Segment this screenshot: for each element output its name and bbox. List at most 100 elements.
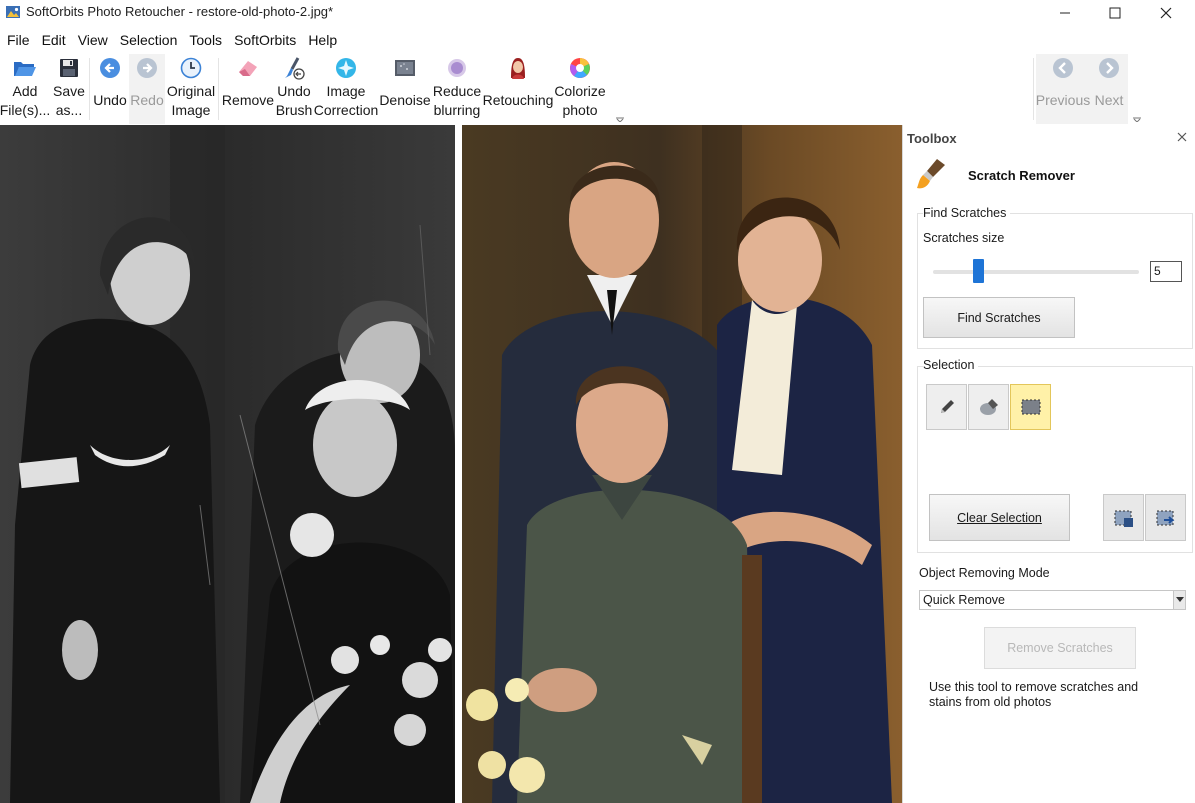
rectangle-select-button[interactable] (1010, 384, 1051, 430)
chevron-down-icon[interactable] (1173, 591, 1185, 609)
menu-softorbits[interactable]: SoftOrbits (227, 29, 301, 51)
menu-file[interactable]: File (0, 29, 35, 51)
find-scratches-group-title: Find Scratches (923, 206, 1011, 220)
blur-icon (445, 56, 469, 80)
save-selection-button[interactable] (1103, 494, 1144, 541)
maximize-button[interactable] (1092, 0, 1138, 26)
denoise-button[interactable]: Denoise (378, 54, 432, 124)
original-photo[interactable] (0, 125, 455, 803)
app-icon (6, 6, 20, 18)
scratches-size-input[interactable]: 5 (1150, 261, 1182, 282)
original-image-label-2: Image (171, 102, 211, 118)
rectangle-select-icon (1021, 399, 1040, 415)
denoise-label: Denoise (379, 92, 431, 108)
title-bar: SoftOrbits Photo Retoucher - restore-old… (0, 0, 1195, 26)
next-arrow-icon (1097, 56, 1121, 80)
close-button[interactable] (1143, 0, 1189, 26)
undo-brush-label-1: Undo (277, 83, 311, 99)
menu-view[interactable]: View (71, 29, 113, 51)
toolbox-panel: Toolbox Scratch Remover Find Scratches S… (902, 125, 1195, 803)
image-correction-label-1: Image (326, 83, 366, 99)
sparkle-icon (334, 56, 358, 80)
folder-open-icon (13, 56, 37, 80)
magic-select-button[interactable] (968, 384, 1009, 430)
denoise-icon (393, 56, 417, 80)
previous-button[interactable]: Previous (1036, 54, 1090, 124)
original-image-label-1: Original (166, 83, 216, 99)
undo-brush-icon (282, 56, 306, 80)
previous-arrow-icon (1051, 56, 1075, 80)
clock-history-icon (179, 56, 203, 80)
menu-tools[interactable]: Tools (182, 29, 227, 51)
portrait-icon (506, 56, 530, 80)
remove-label: Remove (221, 92, 275, 108)
eraser-icon (236, 56, 260, 80)
scratches-size-slider[interactable] (933, 270, 1139, 274)
removing-mode-select[interactable]: Quick Remove (919, 590, 1186, 610)
undo-button[interactable]: Undo (92, 54, 128, 124)
pencil-select-button[interactable] (926, 384, 967, 430)
color-wheel-icon (568, 56, 592, 80)
retouching-button[interactable]: Retouching (482, 54, 554, 124)
toolbox-title: Toolbox (907, 131, 957, 146)
original-image-button[interactable]: Original Image (166, 54, 216, 124)
next-button[interactable]: Next (1090, 54, 1128, 124)
remove-button[interactable]: Remove (221, 54, 275, 124)
toolbar-separator (218, 58, 219, 120)
slider-thumb[interactable] (972, 259, 984, 283)
remove-scratches-button[interactable]: Remove Scratches (984, 627, 1136, 669)
close-icon[interactable] (1177, 132, 1187, 142)
redo-icon (135, 56, 159, 80)
window-title: SoftOrbits Photo Retoucher - restore-old… (26, 4, 334, 19)
load-selection-button[interactable] (1145, 494, 1186, 541)
menu-help[interactable]: Help (301, 29, 342, 51)
colorize-photo-label-1: Colorize (554, 83, 606, 99)
redo-button[interactable]: Redo (129, 54, 165, 124)
add-files-label-1: Add (12, 83, 38, 99)
close-icon (1160, 7, 1172, 19)
retouching-label: Retouching (482, 92, 554, 108)
floppy-disk-icon (57, 56, 81, 80)
removing-mode-value: Quick Remove (923, 593, 1005, 607)
toolbar-overflow-icon[interactable] (616, 116, 624, 122)
pencil-icon (940, 400, 954, 413)
selection-group-title: Selection (923, 358, 979, 372)
save-as-label-1: Save (53, 83, 85, 99)
previous-label: Previous (1035, 92, 1091, 108)
brush-icon (917, 159, 945, 189)
toolbar-overflow-icon[interactable] (1133, 116, 1141, 122)
tool-name: Scratch Remover (968, 168, 1075, 183)
menu-edit[interactable]: Edit (35, 29, 71, 51)
colorize-photo-button[interactable]: Colorize photo (554, 54, 606, 124)
minimize-button[interactable] (1042, 0, 1088, 26)
find-scratches-button[interactable]: Find Scratches (923, 297, 1075, 338)
menu-selection[interactable]: Selection (113, 29, 183, 51)
reduce-blurring-button[interactable]: Reduce blurring (432, 54, 482, 124)
eraser-brush-icon (979, 399, 998, 415)
toolbar: Add File(s)... Save as... Undo Redo Origin… (0, 54, 1195, 124)
reduce-blurring-label-2: blurring (433, 102, 481, 118)
reduce-blurring-label-1: Reduce (432, 83, 482, 99)
tool-help-text: Use this tool to remove scratches and st… (929, 680, 1139, 709)
photo-canvas[interactable] (0, 125, 902, 803)
next-label: Next (1094, 92, 1124, 108)
save-as-button[interactable]: Save as... (50, 54, 88, 124)
maximize-icon (1109, 7, 1121, 19)
colorize-photo-label-2: photo (562, 102, 598, 118)
add-files-button[interactable]: Add File(s)... (0, 54, 50, 124)
minimize-icon (1060, 12, 1070, 14)
save-as-label-2: as... (55, 102, 83, 118)
colorized-photo[interactable] (462, 125, 902, 803)
toolbar-separator (89, 58, 90, 120)
save-selection-icon (1114, 510, 1133, 527)
image-correction-button[interactable]: Image Correction (314, 54, 378, 124)
undo-brush-button[interactable]: Undo Brush (274, 54, 314, 124)
add-files-label-2: File(s)... (0, 102, 51, 118)
undo-brush-label-2: Brush (275, 102, 313, 118)
clear-selection-button[interactable]: Clear Selection (929, 494, 1070, 541)
image-correction-label-2: Correction (313, 102, 379, 118)
redo-label: Redo (130, 92, 164, 108)
toolbar-separator (1033, 58, 1034, 120)
removing-mode-label: Object Removing Mode (919, 566, 1050, 580)
undo-label: Undo (93, 92, 127, 108)
